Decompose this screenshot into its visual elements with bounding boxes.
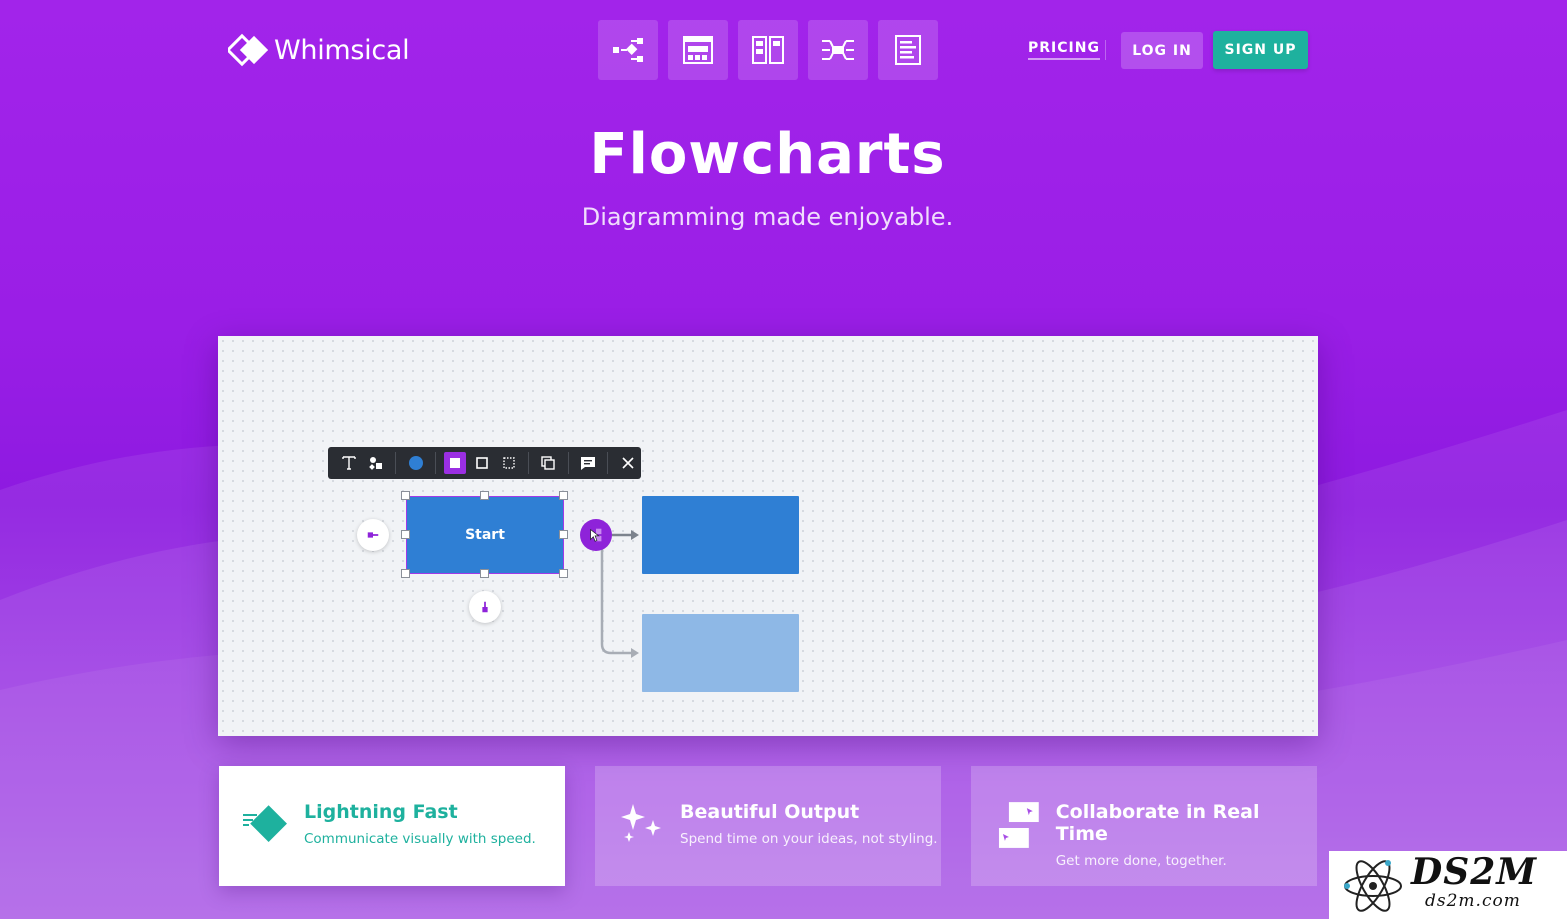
login-button[interactable]: LOG IN <box>1121 32 1203 69</box>
feature-text: Beautiful Output Spend time on your idea… <box>680 800 938 847</box>
feature-text: Collaborate in Real Time Get more done, … <box>1056 800 1317 869</box>
connect-down-icon <box>482 601 488 613</box>
flowchart-node[interactable] <box>642 496 799 574</box>
atom-logo-icon <box>1344 860 1402 912</box>
toolbar-fill-outline-button[interactable] <box>471 452 493 474</box>
start-node[interactable]: Start <box>406 496 564 574</box>
duplicate-icon <box>541 456 556 470</box>
hero-title: Flowcharts <box>589 122 946 187</box>
fill-outline-icon <box>476 457 488 469</box>
toolbar-separator <box>528 452 529 474</box>
feature-description: Communicate visually with speed. <box>304 831 536 847</box>
signup-button[interactable]: SIGN UP <box>1213 31 1308 69</box>
resize-handle[interactable] <box>559 491 568 500</box>
product-tool-tabs <box>598 20 938 80</box>
watermark-sub-text: ds2m.com <box>1425 891 1521 911</box>
feature-card-beautiful-output[interactable]: Beautiful Output Spend time on your idea… <box>595 766 941 886</box>
toolbar-separator <box>567 452 569 474</box>
feature-title: Collaborate in Real Time <box>1055 801 1260 845</box>
toolbar-text-button[interactable] <box>339 452 361 474</box>
fill-dashed-icon <box>502 457 515 469</box>
toolbar-separator <box>395 452 397 474</box>
shape-toolbar <box>328 447 641 479</box>
close-icon <box>622 457 634 469</box>
toolbar-separator <box>607 452 609 474</box>
shapes-icon <box>369 457 382 470</box>
toolbar-shapes-button[interactable] <box>365 452 387 474</box>
docs-tool-tab[interactable] <box>878 20 938 80</box>
brand-logo[interactable]: Whimsical <box>228 32 410 68</box>
whimsical-logo-icon <box>228 33 268 67</box>
docs-tool-icon <box>895 35 921 65</box>
color-icon <box>408 456 423 470</box>
flowchart-tool-tab[interactable] <box>598 20 658 80</box>
feature-description: Spend time on your ideas, not styling. <box>680 831 938 847</box>
flowchart-node-ghost[interactable] <box>642 614 799 692</box>
toolbar-fill-dashed-button[interactable] <box>498 452 520 474</box>
wireframe-tool-tab[interactable] <box>668 20 728 80</box>
mindmap-tool-tab[interactable] <box>808 20 868 80</box>
mindmap-tool-icon <box>822 40 854 60</box>
collaborate-icon <box>998 802 1039 848</box>
text-icon <box>342 456 357 470</box>
toolbar-color-button[interactable] <box>405 452 427 474</box>
wireframe-tool-icon <box>683 36 713 64</box>
toolbar-close-button[interactable] <box>617 452 639 474</box>
cursor-pointer-icon <box>590 528 602 542</box>
feature-description: Get more done, together. <box>1055 853 1227 869</box>
fill-solid-icon <box>450 458 461 468</box>
toolbar-duplicate-button[interactable] <box>537 452 559 474</box>
landing-page: Whimsical PRICING LOG IN SIGN UP Flowcha… <box>0 0 1567 919</box>
resize-handle[interactable] <box>480 491 489 500</box>
comment-icon <box>580 457 595 470</box>
flowchart-tool-icon <box>613 38 643 62</box>
feature-title: Lightning Fast <box>304 801 458 823</box>
feature-text: Lightning Fast Communicate visually with… <box>304 800 536 847</box>
board-tool-tab[interactable] <box>738 20 798 80</box>
feature-card-collaborate[interactable]: Collaborate in Real Time Get more done, … <box>971 766 1317 886</box>
start-node-label: Start <box>465 527 505 543</box>
toolbar-separator <box>435 452 436 474</box>
hero-subtitle: Diagramming made enjoyable. <box>581 203 954 231</box>
watermark: DS2M ds2m.com <box>1329 851 1567 919</box>
resize-handle[interactable] <box>401 491 410 500</box>
lightning-fast-icon <box>243 805 287 842</box>
add-bottom-connection-button[interactable] <box>469 591 501 623</box>
watermark-main-text: DS2M <box>1411 851 1538 893</box>
feature-card-lightning-fast[interactable]: Lightning Fast Communicate visually with… <box>219 766 565 886</box>
toolbar-comment-button[interactable] <box>577 452 599 474</box>
connector-drag-handle[interactable] <box>580 519 612 551</box>
resize-handle[interactable] <box>559 530 568 539</box>
resize-handle[interactable] <box>401 530 410 539</box>
add-left-connection-button[interactable] <box>357 519 389 551</box>
resize-handle[interactable] <box>401 569 410 578</box>
brand-name: Whimsical <box>274 34 410 66</box>
toolbar-fill-solid-button[interactable] <box>444 452 467 474</box>
flowchart-demo-canvas[interactable]: Start <box>218 336 1318 736</box>
resize-handle[interactable] <box>559 569 568 578</box>
resize-handle[interactable] <box>480 569 489 578</box>
feature-title: Beautiful Output <box>680 801 860 823</box>
connect-left-icon <box>367 532 379 538</box>
nav-divider <box>1105 40 1106 60</box>
pricing-link[interactable]: PRICING <box>1028 40 1100 60</box>
board-tool-icon <box>752 36 784 64</box>
sparkles-icon <box>621 804 661 842</box>
